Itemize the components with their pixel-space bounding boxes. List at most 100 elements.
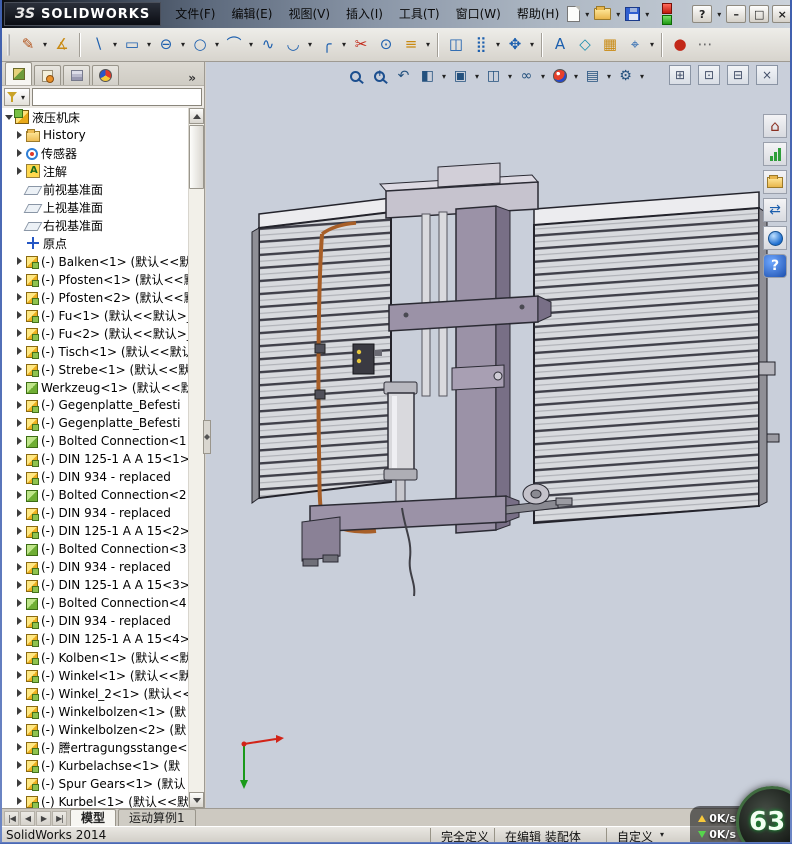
tree-item[interactable]: (-) Strebe<1> (默认<<默: [2, 360, 189, 378]
expand-arrow-icon[interactable]: [15, 702, 25, 720]
expand-arrow-icon[interactable]: [15, 324, 25, 342]
home-button[interactable]: ⌂: [763, 114, 787, 138]
expand-arrow-icon[interactable]: [15, 684, 25, 702]
expand-arrow-icon[interactable]: [15, 720, 25, 738]
display-style-button[interactable]: ◫: [482, 65, 505, 87]
model-3d[interactable]: [206, 62, 790, 808]
tree-item[interactable]: (-) Balken<1> (默认<<默: [2, 252, 189, 270]
reference-plane-icon[interactable]: ◇: [573, 32, 597, 58]
tree-item[interactable]: (-) Tisch<1> (默认<<默认: [2, 342, 189, 360]
expand-arrow-icon[interactable]: [15, 486, 25, 504]
tab-motion-study[interactable]: 运动算例1: [118, 809, 196, 826]
dropdown-caret-icon[interactable]: [306, 40, 314, 49]
tree-item[interactable]: (-) 謄ertragungsstange<: [2, 738, 189, 756]
centerpoint-arc-icon[interactable]: ⌒: [222, 32, 246, 58]
smart-dimension-icon[interactable]: ∡: [50, 32, 74, 58]
scroll-up-button[interactable]: [189, 108, 204, 124]
expand-arrow-icon[interactable]: [15, 270, 25, 288]
maximize-button[interactable]: □: [749, 5, 770, 23]
tree-item[interactable]: (-) Winkelbolzen<2> (默: [2, 720, 189, 738]
tree-item[interactable]: History: [2, 126, 189, 144]
tree-item[interactable]: 原点: [2, 234, 189, 252]
dropdown-caret-icon[interactable]: [528, 40, 536, 49]
linear-sketch-pattern-icon[interactable]: ⣿: [469, 32, 493, 58]
dropdown-caret-icon[interactable]: [179, 40, 187, 49]
restore-window-button[interactable]: ⊡: [698, 65, 720, 85]
status-custom[interactable]: 自定义: [606, 828, 653, 844]
tree-scrollbar[interactable]: [188, 108, 204, 808]
expand-arrow-icon[interactable]: [15, 576, 25, 594]
expand-arrow-icon[interactable]: [15, 144, 25, 162]
new-dropdown-caret-icon[interactable]: [583, 10, 591, 19]
sketch-fillet-icon[interactable]: ╭: [315, 32, 339, 58]
tree-item[interactable]: (-) Pfosten<2> (默认<<默: [2, 288, 189, 306]
menu-edit[interactable]: 编辑(E): [223, 0, 280, 28]
minimize-button[interactable]: –: [726, 5, 747, 23]
expand-arrow-icon[interactable]: [15, 540, 25, 558]
trim-entities-icon[interactable]: ✂: [349, 32, 373, 58]
dropdown-caret-icon[interactable]: [111, 40, 119, 49]
toolbar-grip[interactable]: [7, 33, 10, 56]
dropdown-caret-icon[interactable]: [648, 40, 656, 49]
expand-arrow-icon[interactable]: [15, 288, 25, 306]
expand-arrow-icon[interactable]: [15, 342, 25, 360]
tree-item[interactable]: (-) DIN 125-1 A A 15<1>: [2, 450, 189, 468]
tree-item[interactable]: (-) DIN 934 - replaced: [2, 558, 189, 576]
expand-arrow-icon[interactable]: [15, 414, 25, 432]
tree-item[interactable]: (-) Gegenplatte_Befesti: [2, 396, 189, 414]
tree-item[interactable]: Werkzeug<1> (默认<<默: [2, 378, 189, 396]
nav-last-button[interactable]: ▶|: [52, 811, 67, 826]
dropdown-caret-icon[interactable]: [145, 40, 153, 49]
dropdown-caret-icon[interactable]: [605, 72, 613, 81]
expand-arrow-icon[interactable]: [15, 360, 25, 378]
scroll-down-button[interactable]: [189, 792, 204, 808]
tab-display-manager[interactable]: [92, 65, 119, 85]
dropdown-caret-icon[interactable]: [424, 40, 432, 49]
scrollbar-thumb[interactable]: [189, 125, 204, 189]
tile-windows-button[interactable]: ⊞: [669, 65, 691, 85]
custom-dropdown-caret-icon[interactable]: [658, 830, 666, 839]
more-options-icon[interactable]: ⋯: [693, 32, 717, 58]
expand-arrow-icon[interactable]: [15, 504, 25, 522]
tree-item[interactable]: (-) Bolted Connection<4: [2, 594, 189, 612]
tree-item[interactable]: (-) DIN 934 - replaced: [2, 612, 189, 630]
nav-next-button[interactable]: ▶: [36, 811, 51, 826]
open-icon[interactable]: [594, 6, 612, 20]
view-orientation-button[interactable]: ▣: [449, 65, 472, 87]
dropdown-caret-icon[interactable]: [506, 72, 514, 81]
expand-arrow-icon[interactable]: [4, 108, 14, 126]
tab-model[interactable]: 模型: [70, 809, 117, 826]
dropdown-caret-icon[interactable]: [539, 72, 547, 81]
expand-arrow-icon[interactable]: [15, 666, 25, 684]
expand-arrow-icon[interactable]: [15, 774, 25, 792]
tree-item-root[interactable]: 液压机床: [2, 108, 189, 126]
panel-splitter-handle[interactable]: [203, 420, 211, 454]
tree-item[interactable]: (-) Winkel<1> (默认<<默: [2, 666, 189, 684]
dropdown-caret-icon[interactable]: [340, 40, 348, 49]
panel-expand-button[interactable]: »: [183, 71, 201, 85]
open-dropdown-caret-icon[interactable]: [614, 10, 622, 19]
expand-arrow-icon[interactable]: [15, 450, 25, 468]
new-document-icon[interactable]: [567, 6, 581, 22]
tree-item[interactable]: (-) Kurbel<1> (默认<<默: [2, 792, 189, 808]
save-dropdown-caret-icon[interactable]: [643, 10, 651, 19]
tree-item[interactable]: 注解: [2, 162, 189, 180]
edit-appearance-button[interactable]: [548, 65, 571, 87]
expand-arrow-icon[interactable]: [15, 756, 25, 774]
dropdown-caret-icon[interactable]: [638, 72, 646, 81]
help-dropdown-caret-icon[interactable]: [715, 10, 723, 19]
minimize-window-button[interactable]: ⊟: [727, 65, 749, 85]
hide-show-items-button[interactable]: ∞: [515, 65, 538, 87]
help-button[interactable]: ?: [692, 5, 713, 23]
grid-system-icon[interactable]: ▦: [598, 32, 622, 58]
edit-sketch-icon[interactable]: ✎: [16, 32, 40, 58]
zoom-to-fit-button[interactable]: [344, 65, 367, 87]
tree-item[interactable]: (-) Spur Gears<1> (默认: [2, 774, 189, 792]
spline-icon[interactable]: ∿: [256, 32, 280, 58]
menu-view[interactable]: 视图(V): [280, 0, 338, 28]
appearances-button[interactable]: [763, 226, 787, 250]
tree-item[interactable]: (-) DIN 934 - replaced: [2, 504, 189, 522]
tree-item[interactable]: (-) Fu<2> (默认<<默认>_: [2, 324, 189, 342]
conic-icon[interactable]: ◡: [281, 32, 305, 58]
quick-snaps-icon[interactable]: ⌖: [623, 32, 647, 58]
